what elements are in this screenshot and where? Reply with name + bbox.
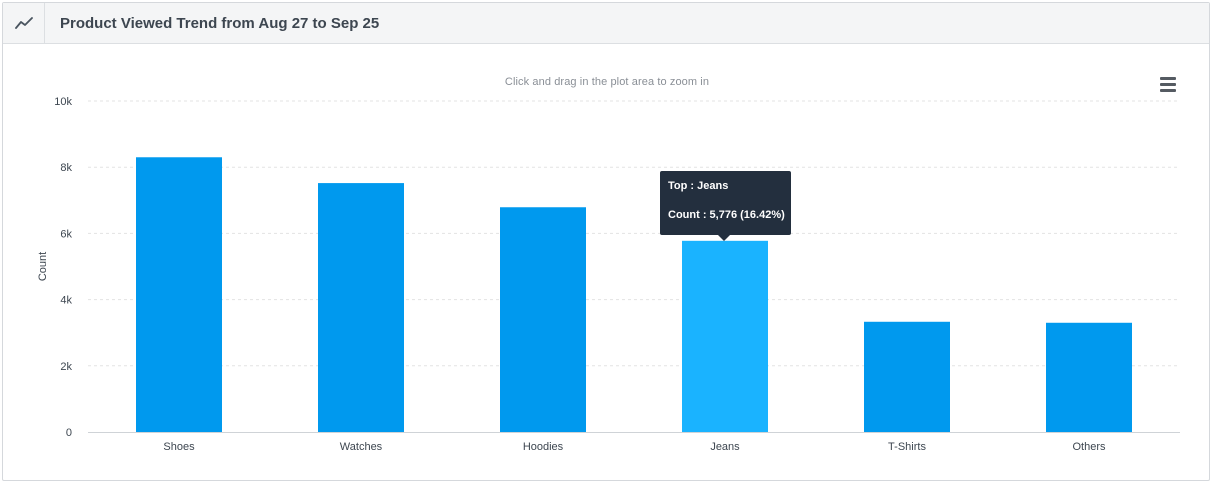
y-tick-label: 4k bbox=[60, 295, 72, 307]
bar-jeans[interactable] bbox=[682, 240, 768, 432]
bar-t-shirts[interactable] bbox=[864, 321, 950, 432]
x-tick-label: Hoodies bbox=[523, 441, 564, 453]
bar-watches[interactable] bbox=[318, 183, 404, 432]
y-tick-label: 6k bbox=[60, 228, 72, 240]
tooltip-count: Count : 5,776 (16.42%) bbox=[668, 209, 785, 221]
bar-hoodies[interactable] bbox=[500, 207, 586, 432]
y-tick-label: 8k bbox=[60, 162, 72, 174]
x-tick-label: Shoes bbox=[163, 441, 195, 453]
y-axis-label: Count bbox=[37, 252, 49, 281]
x-tick-label: Watches bbox=[340, 441, 383, 453]
x-tick-label: Jeans bbox=[710, 441, 740, 453]
bar-others[interactable] bbox=[1046, 322, 1132, 432]
chart-tooltip: Top : Jeans Count : 5,776 (16.42%) bbox=[660, 171, 791, 241]
y-tick-label: 2k bbox=[60, 361, 72, 373]
x-tick-label: T-Shirts bbox=[888, 441, 926, 453]
y-tick-label: 10k bbox=[54, 96, 72, 108]
tooltip-category: Top : Jeans bbox=[668, 180, 729, 192]
bar-shoes[interactable] bbox=[136, 157, 222, 432]
y-tick-label: 0 bbox=[66, 427, 72, 439]
x-tick-label: Others bbox=[1072, 441, 1106, 453]
bar-chart[interactable]: 0 2k 4k 6k 8k 10k Count Shoes Watches Hoodies Jean… bbox=[0, 0, 1214, 485]
